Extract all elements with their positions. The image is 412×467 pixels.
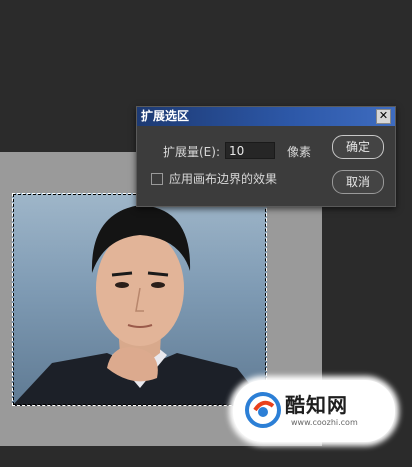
dialog-titlebar[interactable]: 扩展选区 ✕ [137, 107, 395, 126]
selection-marquee [12, 193, 267, 406]
expand-amount-label: 扩展量(E): [163, 145, 220, 159]
ok-button[interactable]: 确定 [332, 135, 384, 159]
expand-amount-input[interactable]: 10 [225, 142, 275, 159]
expand-selection-dialog: 扩展选区 ✕ 扩展量(E): 10 像素 应用画布边界的效果 确定 取消 [136, 106, 396, 207]
apply-canvas-bounds-checkbox[interactable] [151, 173, 163, 185]
watermark-brand: 酷知网 [285, 393, 348, 417]
watermark: 酷知网 www.coozhi.com [233, 380, 395, 442]
coozhi-logo-icon [245, 392, 281, 428]
cancel-button[interactable]: 取消 [332, 170, 384, 194]
watermark-url: www.coozhi.com [291, 418, 358, 427]
dialog-title: 扩展选区 [141, 109, 190, 123]
unit-label: 像素 [287, 145, 312, 159]
apply-canvas-bounds-label[interactable]: 应用画布边界的效果 [169, 170, 277, 187]
close-button[interactable]: ✕ [376, 109, 391, 124]
